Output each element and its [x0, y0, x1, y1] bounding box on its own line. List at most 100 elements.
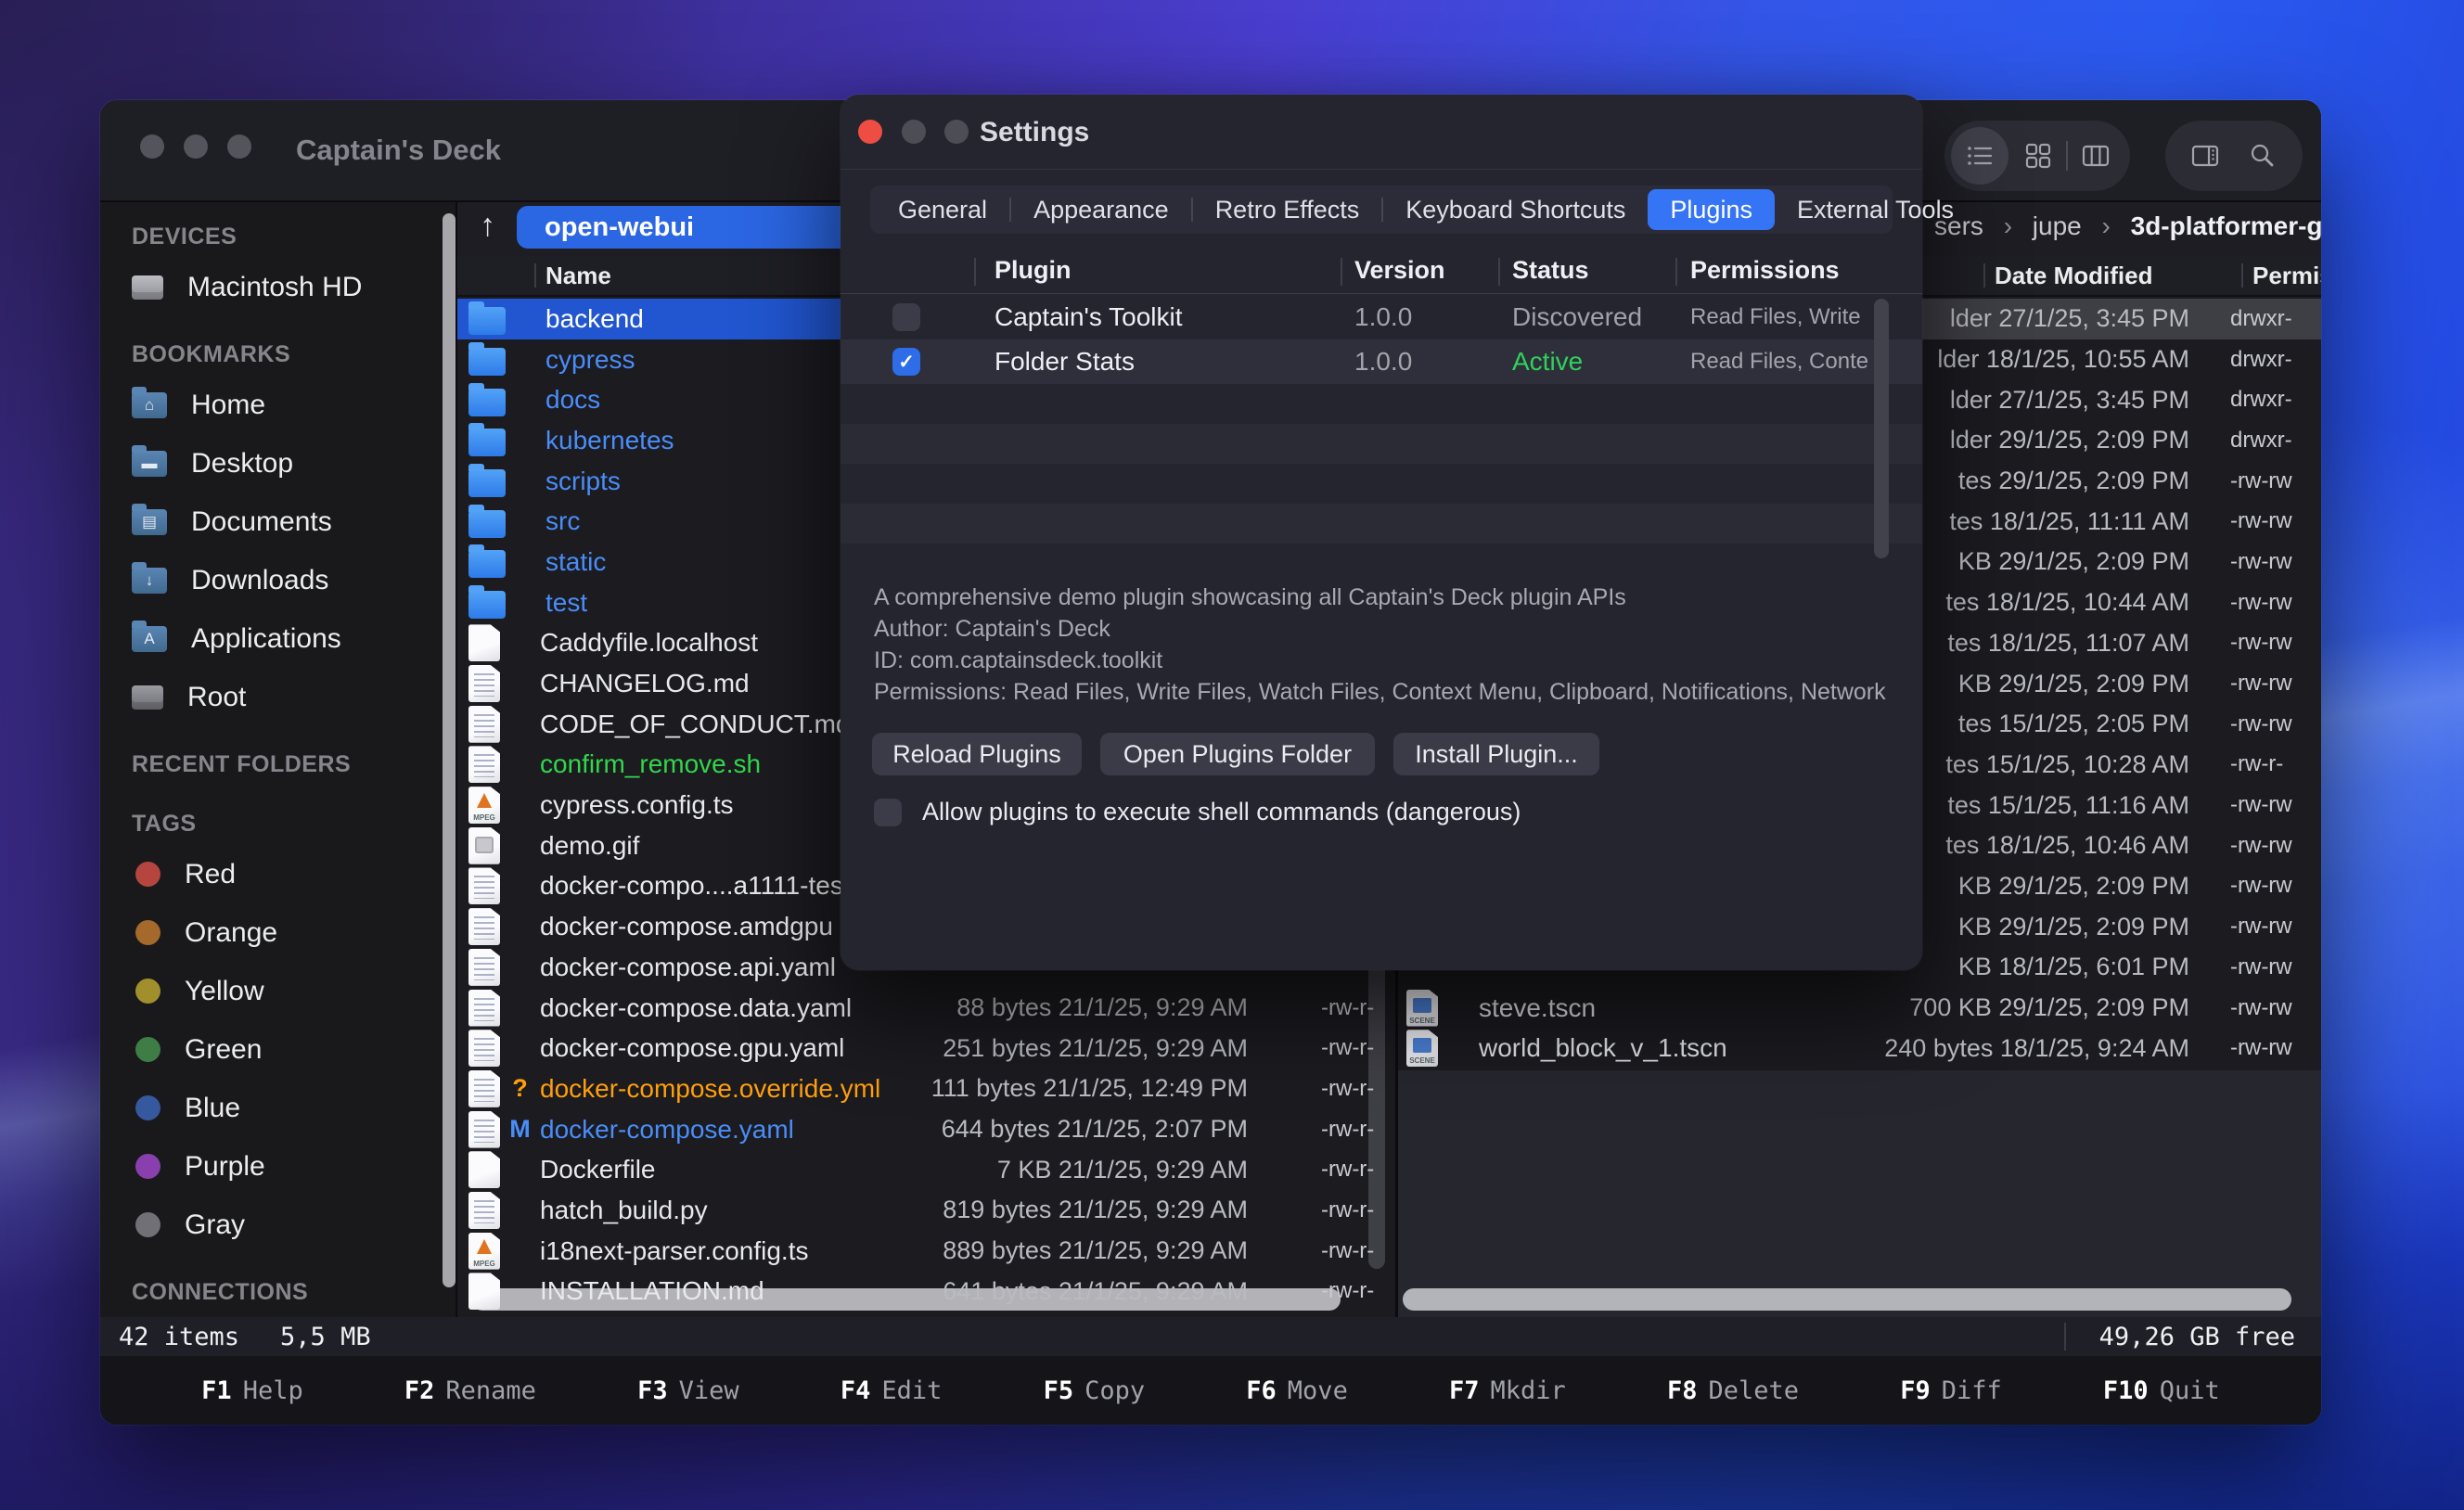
panel-toggle-button[interactable] — [2188, 139, 2222, 173]
sidebar-item-purple[interactable]: Purple — [100, 1137, 456, 1196]
text-document-icon — [468, 867, 500, 904]
tab-appearance[interactable]: Appearance — [1011, 189, 1191, 230]
plugin-permissions: Read Files, Conte — [1690, 339, 1872, 384]
permissions-column-header[interactable]: Permissions — [1690, 256, 1840, 285]
plugin-column-header[interactable]: Plugin — [995, 256, 1072, 285]
fkey-f5-copy[interactable]: F5Copy — [1044, 1376, 1146, 1405]
sidebar-item-green[interactable]: Green — [100, 1020, 456, 1079]
text-document-icon — [468, 706, 500, 743]
plugin-row-folder-stats[interactable]: Folder Stats1.0.0ActiveRead Files, Conte — [841, 339, 1922, 384]
plugin-permissions: Read Files, Write — [1690, 295, 1872, 339]
up-directory-button[interactable]: ↑ — [480, 208, 495, 244]
date-modified-column-header[interactable]: Date Modified — [1995, 262, 2152, 290]
fkey-f4-edit[interactable]: F4Edit — [841, 1376, 943, 1405]
file-row[interactable]: Mdocker-compose.yaml644 bytes 21/1/25, 2… — [457, 1109, 1395, 1150]
minimize-button[interactable] — [184, 134, 208, 159]
tab-keyboard-shortcuts[interactable]: Keyboard Shortcuts — [1383, 189, 1648, 230]
tab-general[interactable]: General — [876, 189, 1009, 230]
tab-external-tools[interactable]: External Tools — [1775, 189, 1976, 230]
fkey-f3-view[interactable]: F3View — [637, 1376, 739, 1405]
text-document-icon — [468, 665, 500, 702]
file-permissions: -rw-rw — [2230, 590, 2292, 616]
file-permissions: -rw-r- — [1321, 1035, 1374, 1061]
item-count: 42 items — [119, 1323, 239, 1351]
sidebar-item-gray[interactable]: Gray — [100, 1196, 456, 1254]
plugin-enabled-checkbox[interactable] — [892, 348, 920, 376]
breadcrumb-current[interactable]: 3d-platformer-game — [2131, 211, 2321, 240]
search-button[interactable] — [2246, 139, 2279, 173]
media-file-icon: MPEG — [468, 1233, 500, 1270]
fkey-f7-mkdir[interactable]: F7Mkdir — [1449, 1376, 1566, 1405]
sidebar-item-home[interactable]: ⌂Home — [100, 376, 456, 434]
text-document-icon — [468, 908, 500, 945]
tab-plugins[interactable]: Plugins — [1648, 189, 1775, 230]
fkey-f8-delete[interactable]: F8Delete — [1667, 1376, 1799, 1405]
reload-plugins-button[interactable]: Reload Plugins — [872, 733, 1082, 775]
columns-view-button[interactable] — [2079, 139, 2112, 173]
file-row[interactable]: hatch_build.py819 bytes 21/1/25, 9:29 AM… — [457, 1190, 1395, 1231]
fkey-f2-rename[interactable]: F2Rename — [404, 1376, 536, 1405]
file-row[interactable]: ?docker-compose.override.yml111 bytes 21… — [457, 1069, 1395, 1109]
fkey-f6-move[interactable]: F6Move — [1246, 1376, 1348, 1405]
horizontal-scrollbar[interactable] — [1403, 1288, 2291, 1311]
fkey-f1-help[interactable]: F1Help — [201, 1376, 303, 1405]
sidebar-section-devices: DEVICES — [100, 215, 456, 258]
folder-icon — [468, 429, 506, 456]
permissions-column-header[interactable]: Permis — [2252, 262, 2321, 290]
sidebar-item-macintosh-hd[interactable]: Macintosh HD — [100, 258, 456, 316]
open-plugins-folder-button[interactable]: Open Plugins Folder — [1100, 733, 1375, 775]
sidebar-item-orange[interactable]: Orange — [100, 903, 456, 962]
list-view-button[interactable] — [1951, 127, 2008, 185]
sidebar-item-root[interactable]: Root — [100, 668, 456, 726]
dialog-zoom-button[interactable] — [944, 120, 969, 144]
allow-shell-checkbox[interactable] — [874, 799, 902, 826]
sidebar-scrollbar[interactable] — [443, 213, 456, 1287]
sidebar-item-label: Blue — [185, 1093, 240, 1124]
file-size-date: lder 27/1/25, 3:45 PM — [1950, 304, 2189, 333]
sidebar-item-red[interactable]: Red — [100, 845, 456, 903]
file-row[interactable]: docker-compose.gpu.yaml251 bytes 21/1/25… — [457, 1028, 1395, 1069]
dialog-close-button[interactable] — [858, 120, 882, 144]
sidebar-item-desktop[interactable]: ▬Desktop — [100, 434, 456, 493]
file-row[interactable]: INSTALLATION.md641 bytes 21/1/25, 9:29 A… — [457, 1272, 1395, 1312]
plugin-row-captain-s-toolkit[interactable]: Captain's Toolkit1.0.0DiscoveredRead Fil… — [841, 295, 1922, 339]
sidebar-item-blue[interactable]: Blue — [100, 1079, 456, 1137]
file-permissions: drwxr- — [2230, 347, 2292, 373]
name-column-header[interactable]: Name — [545, 262, 611, 290]
text-document-icon — [468, 1111, 500, 1148]
file-permissions: -rw-r- — [1321, 1076, 1374, 1102]
tab-retro-effects[interactable]: Retro Effects — [1193, 189, 1382, 230]
file-size-date: KB 29/1/25, 2:09 PM — [1958, 670, 2189, 698]
sidebar: DEVICESMacintosh HDBOOKMARKS⌂Home▬Deskto… — [100, 202, 456, 1317]
sidebar-item-applications[interactable]: AApplications — [100, 609, 456, 668]
fkey-f9-diff[interactable]: F9Diff — [1900, 1376, 2002, 1405]
zoom-button[interactable] — [227, 134, 251, 159]
folder-icon — [468, 389, 506, 416]
folder-icon — [468, 591, 506, 619]
file-row[interactable]: SCENEworld_block_v_1.tscn240 bytes 18/1/… — [1398, 1028, 2321, 1069]
grid-view-button[interactable] — [2021, 139, 2055, 173]
file-size-date: 644 bytes 21/1/25, 2:07 PM — [942, 1115, 1248, 1144]
folder-icon — [468, 510, 506, 538]
install-plugin-button[interactable]: Install Plugin... — [1393, 733, 1599, 775]
folder-icon: ▬ — [132, 451, 167, 477]
plugin-enabled-checkbox[interactable] — [892, 303, 920, 331]
file-size-date: tes 15/1/25, 10:28 AM — [1945, 750, 2189, 779]
breadcrumb-segment[interactable]: jupe — [2033, 211, 2082, 240]
version-column-header[interactable]: Version — [1354, 256, 1445, 285]
list-view-icon — [1963, 139, 1996, 173]
status-column-header[interactable]: Status — [1512, 256, 1589, 285]
plugin-table-scrollbar[interactable] — [1874, 299, 1889, 558]
file-row[interactable]: MPEGi18next-parser.config.ts889 bytes 21… — [457, 1231, 1395, 1272]
sidebar-item-documents[interactable]: ▤Documents — [100, 493, 456, 551]
tag-color-icon — [135, 1154, 160, 1179]
sidebar-item-downloads[interactable]: ↓Downloads — [100, 551, 456, 609]
file-permissions: drwxr- — [2230, 306, 2292, 332]
file-row[interactable]: docker-compose.data.yaml88 bytes 21/1/25… — [457, 988, 1395, 1029]
close-button[interactable] — [140, 134, 164, 159]
dialog-minimize-button[interactable] — [902, 120, 926, 144]
file-row[interactable]: SCENEsteve.tscn700 KB 29/1/25, 2:09 PM-r… — [1398, 988, 2321, 1029]
fkey-f10-quit[interactable]: F10Quit — [2103, 1376, 2220, 1405]
file-row[interactable]: Dockerfile7 KB 21/1/25, 9:29 AM-rw-r- — [457, 1149, 1395, 1190]
sidebar-item-yellow[interactable]: Yellow — [100, 962, 456, 1020]
